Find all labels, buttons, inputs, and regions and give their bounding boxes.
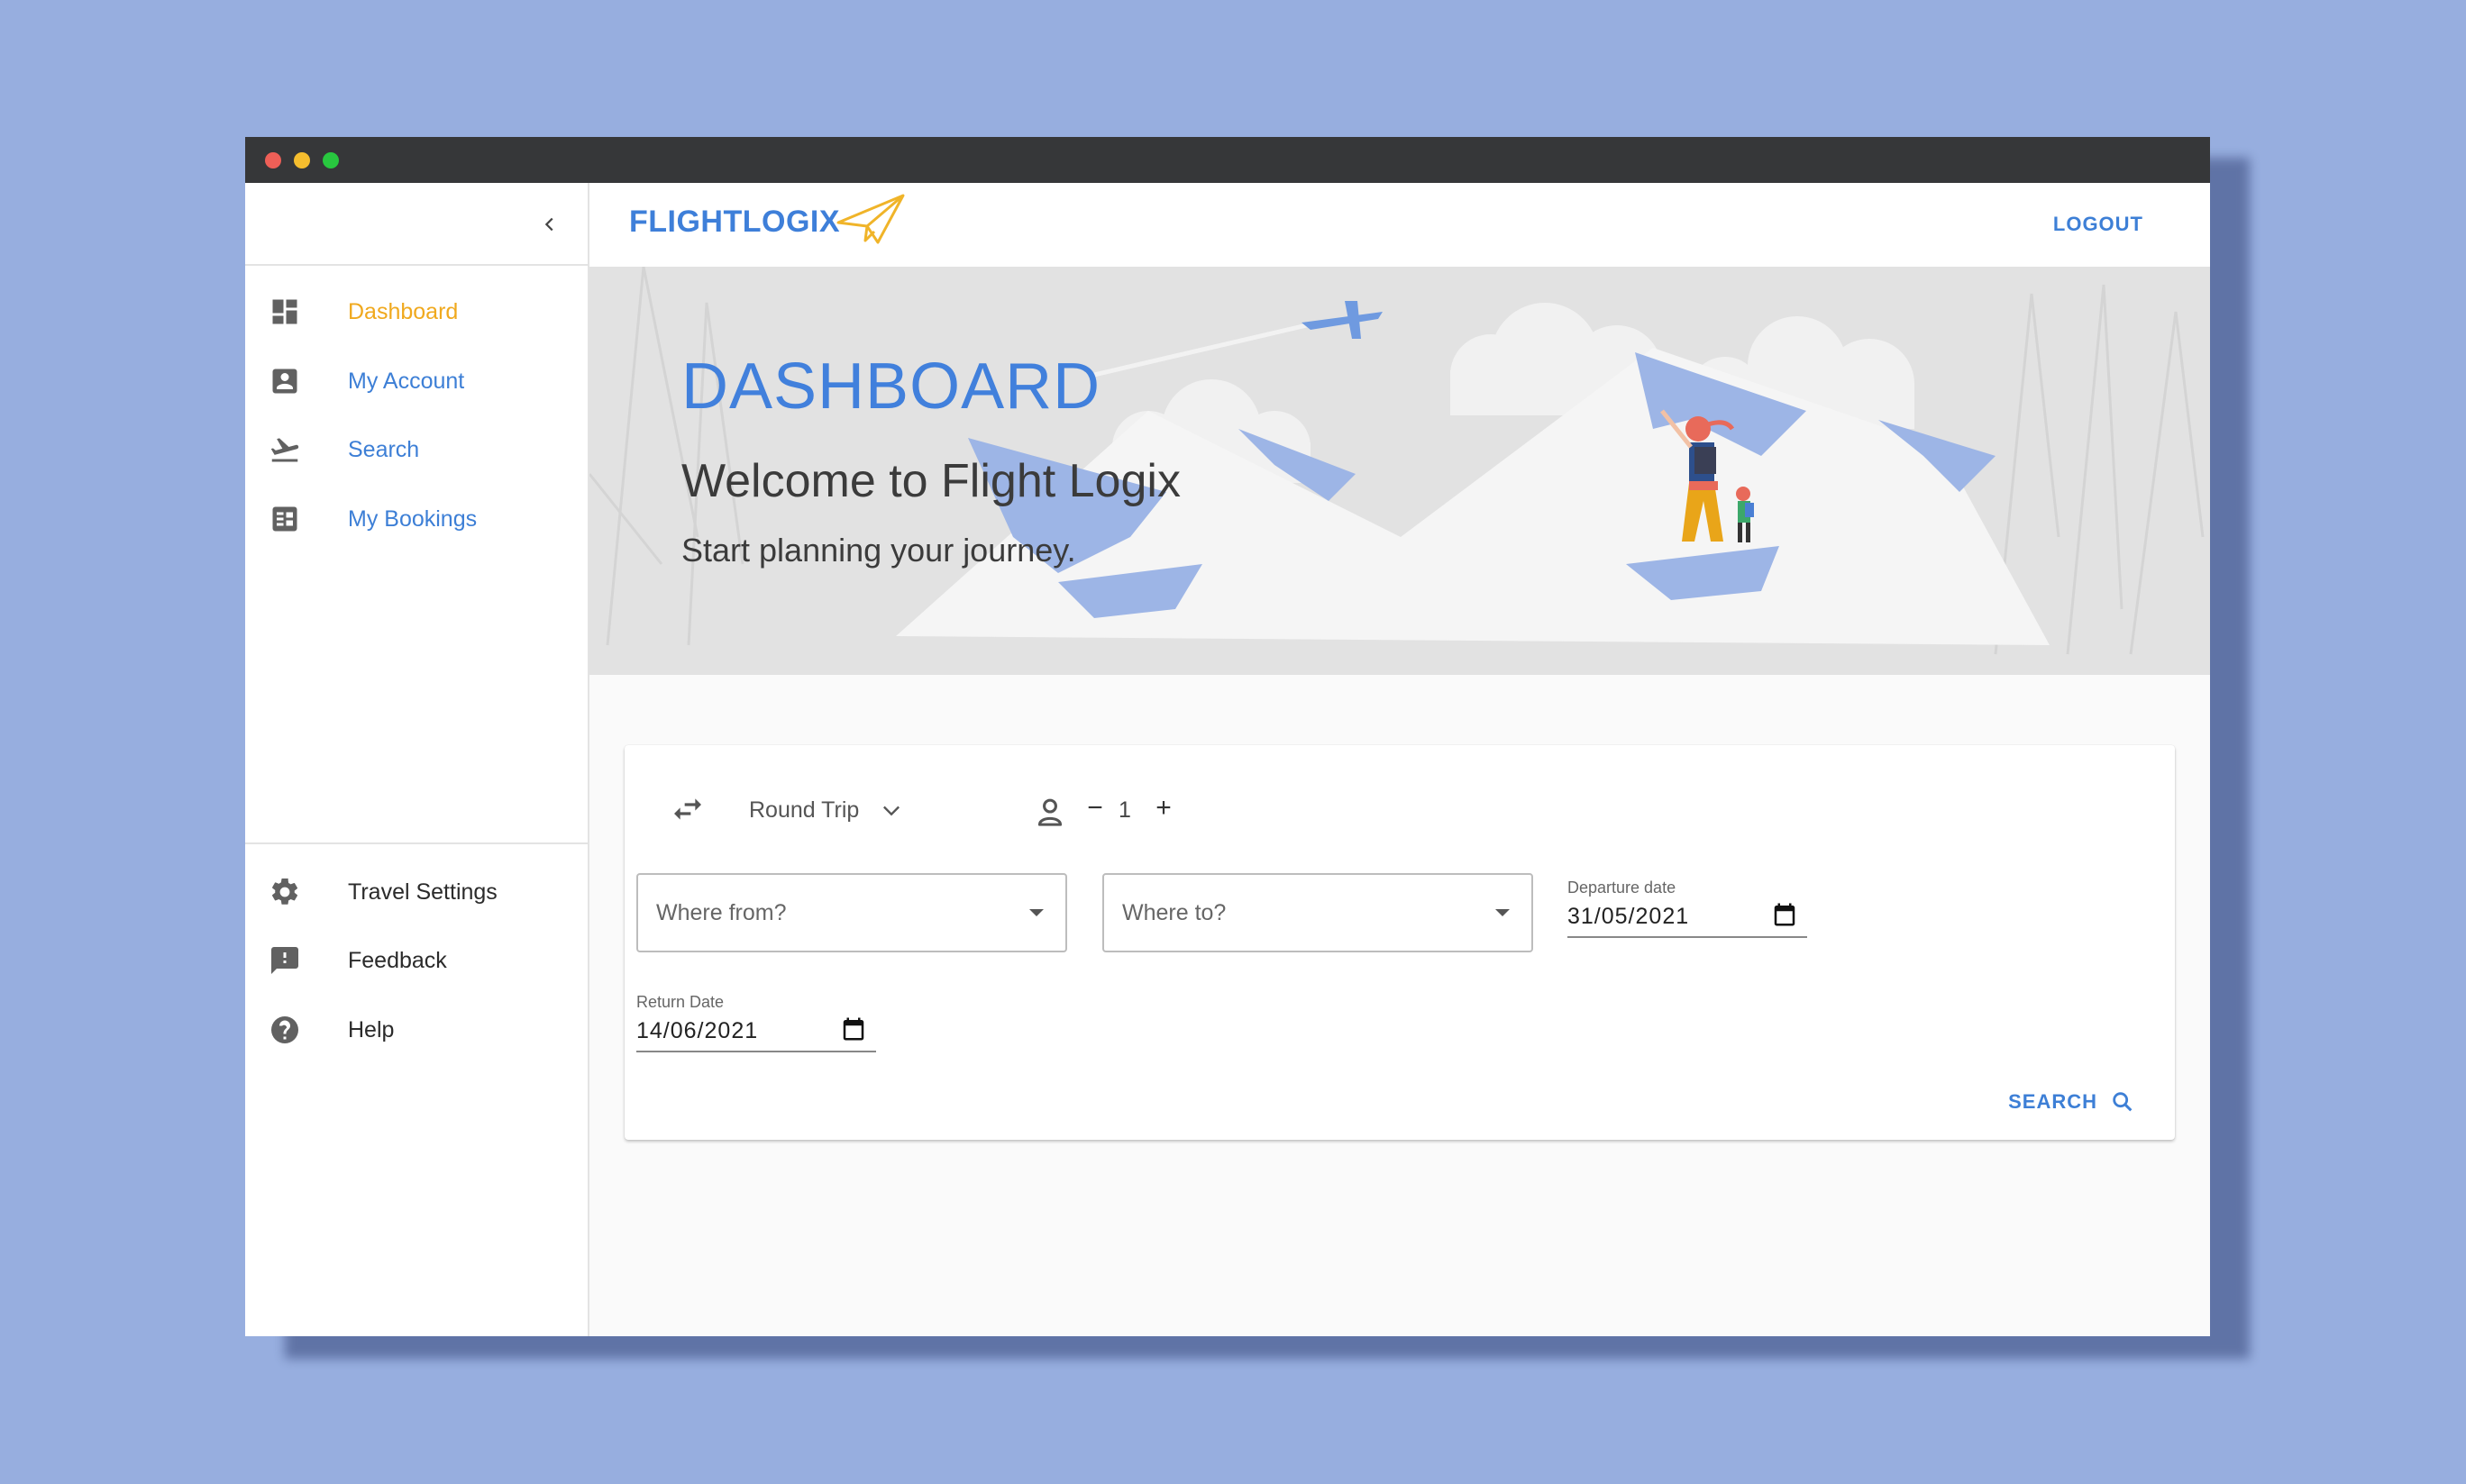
dropdown-arrow-icon[interactable]	[1029, 909, 1044, 916]
decrease-passengers-button[interactable]: −	[1082, 792, 1108, 824]
window-titlebar	[245, 137, 2210, 183]
sidebar-item-dashboard[interactable]: Dashboard	[245, 283, 588, 341]
departure-date-label: Departure date	[1567, 879, 1676, 897]
passenger-count: 1	[1119, 797, 1131, 823]
sidebar-item-search[interactable]: Search	[245, 421, 588, 478]
sidebar-item-my-account[interactable]: My Account	[245, 352, 588, 410]
calendar-icon[interactable]	[1771, 900, 1798, 929]
search-flights-button[interactable]: SEARCH	[2008, 1086, 2135, 1118]
dropdown-arrow-icon[interactable]	[1495, 909, 1510, 916]
browser-window: Dashboard My Account Search My Bookings	[245, 137, 2210, 1336]
return-date-value[interactable]: 14/06/2021	[636, 1018, 758, 1044]
sidebar-divider	[245, 842, 588, 844]
gear-icon	[271, 878, 298, 905]
calendar-icon[interactable]	[840, 1015, 867, 1043]
welcome-heading: Welcome to Flight Logix	[681, 455, 1181, 507]
sidebar-item-travel-settings[interactable]: Travel Settings	[245, 863, 588, 921]
origin-input[interactable]	[656, 875, 1017, 951]
sidebar-item-label: Travel Settings	[348, 879, 498, 905]
sidebar-item-label: Dashboard	[348, 298, 459, 324]
return-date-field[interactable]: Return Date 14/06/2021	[636, 993, 876, 1052]
return-date-label: Return Date	[636, 993, 725, 1011]
sidebar-item-label: My Account	[348, 368, 465, 394]
sidebar-item-label: Search	[348, 436, 420, 462]
feedback-icon	[271, 947, 298, 974]
app-header: FLIGHTLOGIX LOGOUT	[589, 183, 2210, 267]
welcome-text: Start planning your journey.	[681, 532, 1076, 569]
destination-select[interactable]	[1102, 873, 1533, 952]
flight-search-card: Round Trip − 1 + Departure date 31/05/20…	[625, 745, 2175, 1140]
page-title: DASHBOARD	[681, 351, 1101, 423]
departure-date-field[interactable]: Departure date 31/05/2021	[1567, 879, 1807, 938]
sidebar-item-help[interactable]: Help	[245, 1001, 588, 1059]
sidebar-item-my-bookings[interactable]: My Bookings	[245, 490, 588, 548]
bookings-list-icon	[272, 506, 297, 532]
sidebar-item-label: Help	[348, 1016, 395, 1042]
person-icon	[1037, 798, 1063, 826]
sidebar-item-label: My Bookings	[348, 505, 478, 532]
sidebar-item-label: Feedback	[348, 947, 447, 973]
trip-type-select[interactable]: Round Trip	[749, 797, 859, 824]
flight-takeoff-icon	[270, 438, 299, 462]
origin-select[interactable]	[636, 873, 1067, 952]
close-window-button[interactable]	[265, 152, 281, 168]
help-icon	[271, 1016, 298, 1043]
account-box-icon	[272, 369, 297, 394]
departure-date-value[interactable]: 31/05/2021	[1567, 904, 1689, 930]
chevron-down-icon[interactable]	[879, 797, 904, 823]
maximize-window-button[interactable]	[323, 152, 339, 168]
increase-passengers-button[interactable]: +	[1151, 792, 1176, 824]
destination-input[interactable]	[1122, 875, 1483, 951]
dashboard-icon	[272, 299, 297, 324]
minimize-window-button[interactable]	[294, 152, 310, 168]
chevron-left-icon	[544, 217, 553, 232]
sidebar: Dashboard My Account Search My Bookings	[245, 183, 589, 1336]
search-icon	[2113, 1092, 2133, 1112]
brand-logo-text[interactable]: FLIGHTLOGIX	[629, 205, 840, 240]
sidebar-item-feedback[interactable]: Feedback	[245, 932, 588, 989]
collapse-sidebar-button[interactable]	[530, 205, 570, 244]
search-button-label: SEARCH	[2008, 1090, 2097, 1113]
dashboard-hero-banner: DASHBOARD Welcome to Flight Logix Start …	[589, 267, 2210, 675]
sidebar-header	[245, 183, 588, 266]
logout-button[interactable]: LOGOUT	[2053, 213, 2143, 236]
paper-plane-logo-icon	[836, 194, 905, 244]
swap-horizontal-icon[interactable]	[670, 791, 706, 827]
